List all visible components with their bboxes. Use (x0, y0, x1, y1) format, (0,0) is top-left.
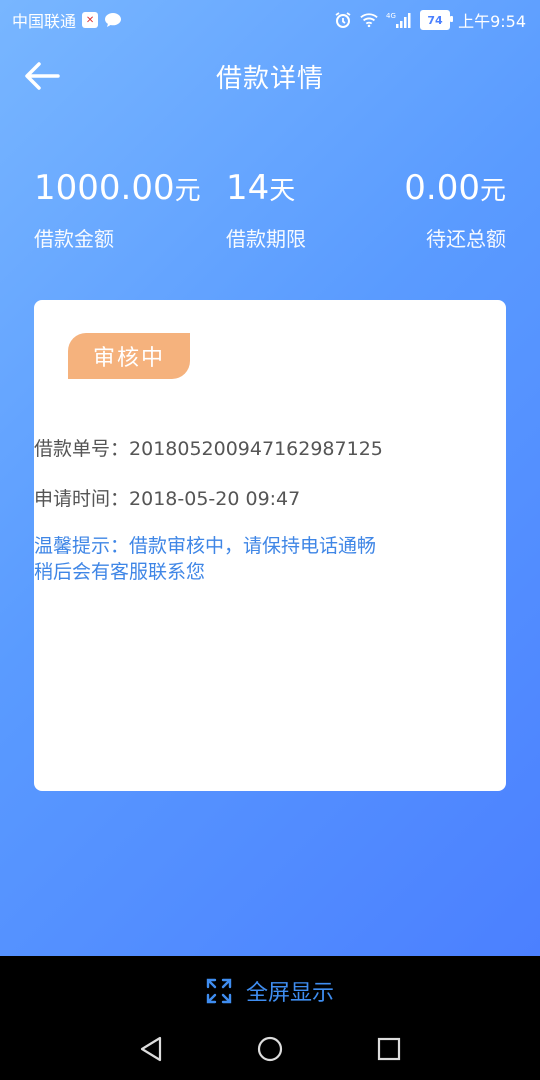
status-right: 4G 74 上午9:54 (334, 8, 526, 32)
header: 借款详情 (0, 48, 540, 104)
status-badge: 审核中 (68, 333, 190, 379)
loan-summary: 1000.00元 借款金额 14天 借款期限 0.00元 待还总额 (34, 166, 506, 256)
total-due-unit: 元 (479, 176, 506, 206)
signal-icon: 4G (386, 11, 412, 29)
network-type: 4G (386, 12, 396, 20)
fullscreen-button[interactable]: 全屏显示 (0, 956, 540, 1026)
reminder-tip-line2: 稍后会有客服联系您 (34, 561, 206, 583)
order-number-label: 借款单号： (34, 438, 130, 460)
total-due-value: 0.00 (404, 168, 480, 208)
order-number-row: 借款单号：20180520094716298712​5 (34, 434, 383, 461)
circle-home-icon (257, 1036, 283, 1062)
chat-bubble-icon (104, 11, 122, 29)
clock: 上午9:54 (458, 12, 526, 31)
loan-term-unit: 天 (269, 176, 296, 206)
alarm-icon (334, 11, 352, 29)
loan-term: 14天 借款期限 (226, 166, 306, 252)
status-left: 中国联通 ✕ (12, 8, 122, 32)
carrier-name: 中国联通 (12, 12, 77, 31)
fullscreen-label: 全屏显示 (245, 981, 334, 1006)
total-due-label: 待还总额 (426, 227, 506, 251)
square-recents-icon (377, 1037, 401, 1061)
loan-term-value: 14 (226, 168, 270, 208)
triangle-back-icon (140, 1036, 162, 1062)
loan-amount-value: 1000.00 (34, 168, 175, 208)
apply-time-row: 申请时间：2018-05-20 09:47 (34, 484, 300, 511)
order-number-value: 20180520094716298712​5 (129, 438, 383, 460)
app-notification-icon: ✕ (82, 12, 99, 28)
reminder-tip-line1: 温馨提示：借款审核中，请保持电话通畅 (34, 535, 377, 557)
apply-time-label: 申请时间： (34, 488, 130, 510)
system-nav-bar (0, 1018, 540, 1080)
loan-amount-unit: 元 (174, 176, 201, 206)
battery-icon: 74 (420, 10, 454, 30)
total-due: 0.00元 待还总额 (404, 166, 506, 252)
loan-amount-label: 借款金额 (34, 227, 114, 251)
nav-home-button[interactable] (253, 1032, 287, 1066)
nav-recents-button[interactable] (372, 1032, 406, 1066)
status-bar: 中国联通 ✕ 4G 74 上午9:54 (0, 0, 540, 36)
expand-icon (206, 978, 232, 1004)
page-title: 借款详情 (215, 64, 324, 94)
nav-back-button[interactable] (134, 1032, 168, 1066)
loan-amount: 1000.00元 借款金额 (34, 166, 201, 252)
loan-term-label: 借款期限 (226, 227, 306, 251)
battery-level: 74 (427, 13, 443, 27)
wifi-icon (360, 11, 378, 29)
reminder-tip: 温馨提示：借款审核中，请保持电话通畅 稍后会有客服联系您 (34, 533, 454, 585)
app-screen: 中国联通 ✕ 4G 74 上午9:54 借款详情 1000.00元 借款金额 1… (0, 0, 540, 956)
apply-time-value: 2018-05-20 09:47 (129, 488, 301, 510)
